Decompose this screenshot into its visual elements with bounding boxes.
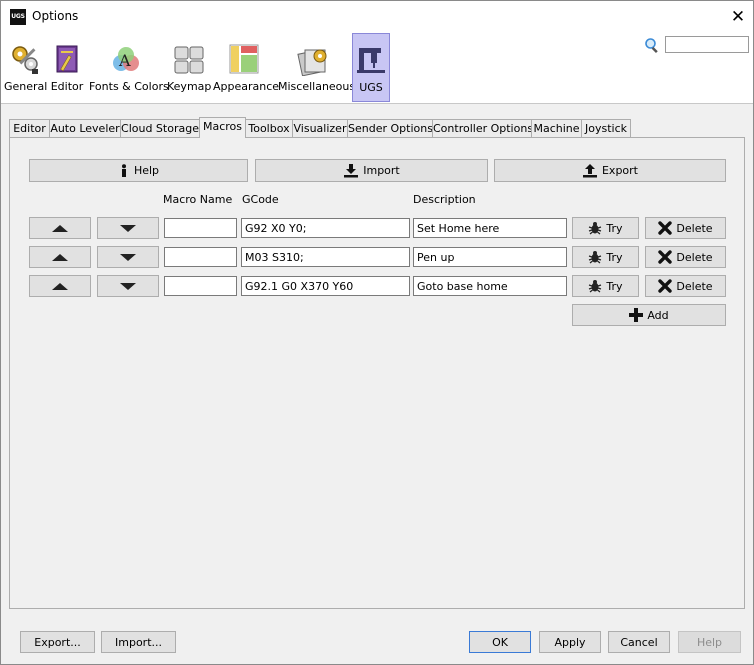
- bug-icon: [589, 251, 602, 264]
- move-up-button[interactable]: [29, 246, 91, 268]
- column-header-description: Description: [413, 193, 476, 206]
- tab-machine[interactable]: Machine: [531, 119, 582, 137]
- move-up-button[interactable]: [29, 217, 91, 239]
- info-icon: [121, 163, 126, 177]
- try-button[interactable]: Try: [572, 275, 639, 297]
- cancel-button[interactable]: Cancel: [608, 631, 670, 653]
- ok-button[interactable]: OK: [469, 631, 531, 653]
- try-button[interactable]: Try: [572, 217, 639, 239]
- export-icon: [582, 163, 597, 177]
- move-down-button[interactable]: [97, 217, 159, 239]
- macro-description-field[interactable]: [413, 276, 567, 296]
- import-icon: [344, 163, 359, 177]
- delete-button[interactable]: Delete: [645, 246, 726, 268]
- arrow-down-icon: [120, 253, 136, 261]
- plus-icon: [629, 308, 644, 322]
- import-button[interactable]: Import: [255, 159, 488, 182]
- category-ugs[interactable]: UGS: [352, 33, 390, 102]
- footer-export-button[interactable]: Export...: [20, 631, 95, 653]
- column-header-macro-name: Macro Name: [163, 193, 233, 206]
- title-bar: UGS Options ✕: [1, 1, 753, 33]
- move-up-button[interactable]: [29, 275, 91, 297]
- macro-description-field[interactable]: [413, 247, 567, 267]
- tab-macros[interactable]: Macros: [199, 117, 246, 138]
- bug-icon: [589, 280, 602, 293]
- ugs-logo: UGS: [10, 9, 26, 25]
- footer-help-button[interactable]: Help: [678, 631, 741, 653]
- arrow-down-icon: [120, 282, 136, 290]
- macro-name-field[interactable]: [164, 218, 237, 238]
- tab-cloud-storage[interactable]: Cloud Storage: [120, 119, 200, 137]
- delete-x-icon: [658, 250, 673, 264]
- tab-editor[interactable]: Editor: [9, 119, 50, 137]
- cnc-machine-icon: [357, 48, 385, 73]
- appearance-layout-icon: [229, 44, 259, 74]
- category-editor[interactable]: Editor: [49, 33, 85, 102]
- delete-x-icon: [658, 221, 673, 235]
- column-header-gcode: GCode: [242, 193, 279, 206]
- macro-gcode-field[interactable]: [241, 247, 410, 267]
- add-macro-button[interactable]: Add: [572, 304, 726, 326]
- options-window: UGS Options ✕ General Editor A Fonts & C…: [0, 0, 754, 665]
- gears-icon: [12, 46, 38, 74]
- search-icon: [645, 38, 658, 53]
- macro-description-field[interactable]: [413, 218, 567, 238]
- tab-joystick[interactable]: Joystick: [581, 119, 631, 137]
- macro-gcode-field[interactable]: [241, 276, 410, 296]
- macro-name-field[interactable]: [164, 247, 237, 267]
- close-button[interactable]: ✕: [723, 1, 753, 33]
- editor-book-icon: [56, 45, 78, 73]
- macro-name-field[interactable]: [164, 276, 237, 296]
- macros-panel: [9, 137, 745, 609]
- miscellaneous-icon: [297, 49, 327, 76]
- category-fonts-colors[interactable]: A Fonts & Colors: [89, 33, 169, 102]
- arrow-up-icon: [52, 282, 68, 290]
- category-bar: General Editor A Fonts & Colors Keymap A…: [1, 33, 753, 103]
- move-down-button[interactable]: [97, 275, 159, 297]
- category-general[interactable]: General: [4, 33, 47, 102]
- help-button[interactable]: Help: [29, 159, 248, 182]
- macro-gcode-field[interactable]: [241, 218, 410, 238]
- tab-controller-options[interactable]: Controller Options: [432, 119, 533, 137]
- delete-button[interactable]: Delete: [645, 275, 726, 297]
- arrow-up-icon: [52, 224, 68, 232]
- tab-sender-options[interactable]: Sender Options: [347, 119, 433, 137]
- tab-toolbox[interactable]: Toolbox: [245, 119, 293, 137]
- category-miscellaneous[interactable]: Miscellaneous: [278, 33, 355, 102]
- keyboard-keys-icon: [174, 46, 204, 74]
- category-keymap[interactable]: Keymap: [167, 33, 211, 102]
- arrow-up-icon: [52, 253, 68, 261]
- delete-button[interactable]: Delete: [645, 217, 726, 239]
- bug-icon: [589, 222, 602, 235]
- category-appearance[interactable]: Appearance: [213, 33, 279, 102]
- tab-visualizer[interactable]: Visualizer: [292, 119, 348, 137]
- fonts-colors-icon: A: [113, 47, 139, 71]
- move-down-button[interactable]: [97, 246, 159, 268]
- try-button[interactable]: Try: [572, 246, 639, 268]
- apply-button[interactable]: Apply: [539, 631, 601, 653]
- svg-text:A: A: [118, 51, 131, 70]
- header-divider: [1, 103, 753, 104]
- export-button[interactable]: Export: [494, 159, 726, 182]
- footer-import-button[interactable]: Import...: [101, 631, 176, 653]
- arrow-down-icon: [120, 224, 136, 232]
- tab-auto-leveler[interactable]: Auto Leveler: [49, 119, 121, 137]
- window-title: Options: [32, 9, 79, 23]
- search-input[interactable]: [665, 36, 749, 53]
- delete-x-icon: [658, 279, 673, 293]
